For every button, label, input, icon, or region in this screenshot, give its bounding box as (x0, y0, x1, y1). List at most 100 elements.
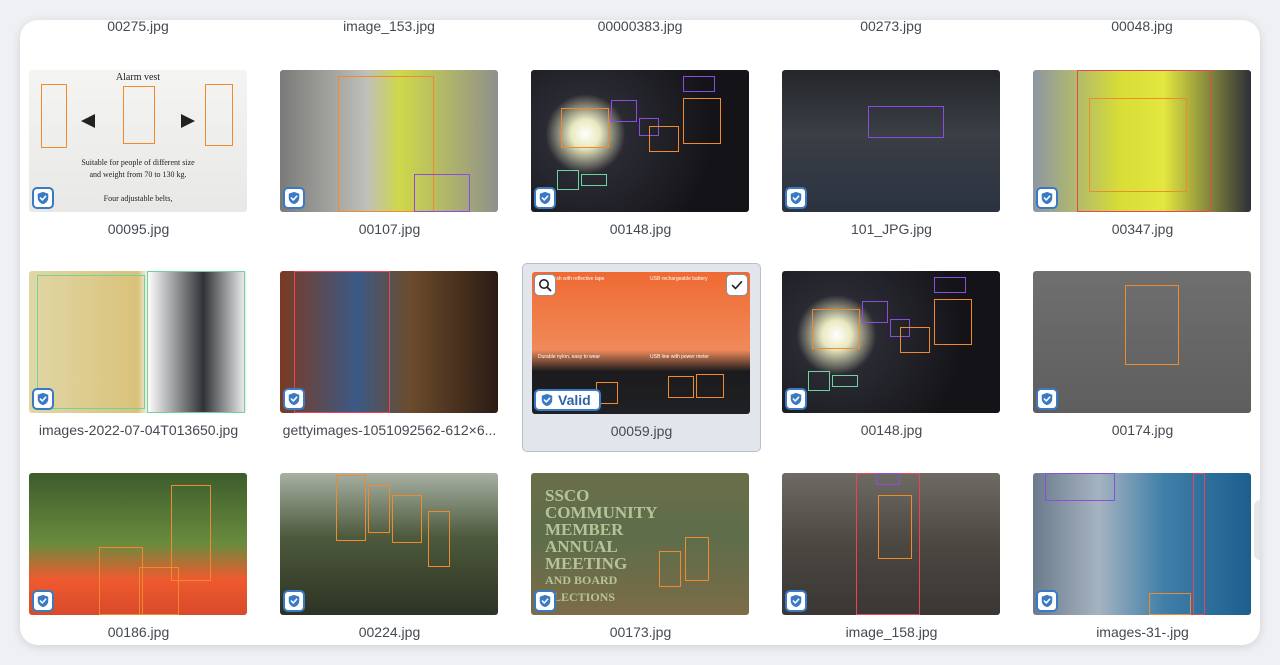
annotation-bounding-box (868, 106, 944, 138)
image-thumbnail[interactable] (280, 70, 498, 212)
shield-check-icon (1040, 191, 1054, 205)
image-filename: images-31-.jpg (1096, 624, 1189, 640)
image-card[interactable]: 00347.jpg (1024, 62, 1260, 249)
annotation-bounding-box (139, 567, 179, 615)
shield-check-icon (538, 594, 552, 608)
zoom-button[interactable] (534, 274, 556, 296)
image-filename: 00148.jpg (860, 422, 923, 438)
image-overlay-text: SSCO COMMUNITY MEMBER ANNUAL MEETING AND BOAR… (545, 487, 657, 606)
checkmark-icon (731, 281, 743, 290)
annotation-bounding-box (336, 475, 366, 541)
annotation-bounding-box (392, 495, 422, 543)
annotation-bounding-box (862, 301, 888, 323)
image-card[interactable]: 00224.jpg (271, 465, 508, 645)
status-badge[interactable] (32, 590, 54, 612)
annotation-bounding-box (1045, 473, 1115, 501)
image-thumbnail[interactable]: SSCO COMMUNITY MEMBER ANNUAL MEETING AND BOAR… (531, 473, 749, 615)
image-filename: 00347.jpg (1111, 221, 1174, 237)
image-thumbnail[interactable] (280, 271, 498, 413)
annotation-bounding-box (37, 275, 145, 409)
image-thumbnail[interactable] (531, 70, 749, 212)
shield-check-icon (36, 191, 50, 205)
top-row-filename: image_153.jpg (343, 20, 435, 34)
status-badge[interactable] (32, 187, 54, 209)
shield-check-icon (538, 191, 552, 205)
status-badge[interactable] (1036, 187, 1058, 209)
annotation-bounding-box (934, 277, 966, 293)
annotation-bounding-box (99, 547, 143, 615)
image-thumbnail[interactable] (782, 271, 1000, 413)
image-card[interactable]: image_158.jpg (773, 465, 1010, 645)
image-thumbnail[interactable]: Blue mesh with reflective tape USB rechar… (532, 272, 750, 414)
annotation-bounding-box (611, 100, 637, 122)
image-card[interactable]: images-2022-07-04T013650.jpg (20, 263, 257, 450)
annotation-bounding-box (856, 473, 920, 615)
image-card[interactable]: 00148.jpg (773, 263, 1010, 450)
select-checkbox[interactable] (726, 274, 748, 296)
shield-check-icon (1040, 594, 1054, 608)
status-badge[interactable] (1036, 590, 1058, 612)
image-filename: 00107.jpg (358, 221, 421, 237)
image-card[interactable]: images-31-.jpg (1024, 465, 1260, 645)
shield-check-icon (789, 392, 803, 406)
image-card[interactable]: 00174.jpg (1024, 263, 1260, 450)
annotation-bounding-box (123, 86, 155, 144)
shield-check-icon (36, 594, 50, 608)
status-badge[interactable] (32, 388, 54, 410)
image-thumbnail[interactable] (29, 473, 247, 615)
status-badge[interactable] (283, 590, 305, 612)
top-row-filename: 00275.jpg (107, 20, 169, 34)
product-label: Durable nylon, easy to wear (538, 354, 600, 360)
image-thumbnail[interactable] (1033, 70, 1251, 212)
image-card[interactable]: SSCO COMMUNITY MEMBER ANNUAL MEETING AND BOAR… (522, 465, 759, 645)
product-label: USB line with power meter (650, 354, 709, 360)
shield-check-icon (789, 594, 803, 608)
shield-check-icon (287, 594, 301, 608)
annotation-bounding-box (659, 551, 681, 587)
image-card-selected[interactable]: Blue mesh with reflective tape USB rechar… (522, 263, 761, 452)
annotation-bounding-box (900, 327, 930, 353)
status-badge[interactable] (785, 187, 807, 209)
annotation-bounding-box (934, 299, 972, 345)
annotation-bounding-box (812, 309, 860, 349)
image-thumbnail[interactable] (782, 70, 1000, 212)
image-filename: 00224.jpg (358, 624, 421, 640)
annotation-bounding-box (561, 108, 609, 148)
annotation-bounding-box (41, 84, 67, 148)
image-card[interactable]: gettyimages-1051092562-612×6... (271, 263, 508, 450)
image-thumbnail[interactable] (29, 271, 247, 413)
overlay-line: SSCO (545, 486, 590, 505)
poster-title: Alarm vest (115, 72, 161, 83)
image-card[interactable]: 101_JPG.jpg (773, 62, 1010, 249)
status-badge[interactable] (785, 590, 807, 612)
overlay-line: COMMUNITY (545, 503, 658, 522)
status-badge[interactable]: Valid (534, 389, 601, 411)
image-card[interactable]: 00186.jpg (20, 465, 257, 645)
image-thumbnail[interactable] (782, 473, 1000, 615)
status-badge[interactable] (785, 388, 807, 410)
overlay-line: AND BOARD (545, 573, 618, 587)
status-badge[interactable] (534, 187, 556, 209)
overlay-line: ELECTIONS (545, 590, 616, 604)
annotation-bounding-box (1149, 593, 1191, 615)
annotation-bounding-box (368, 485, 390, 533)
image-card[interactable]: 00148.jpg (522, 62, 759, 249)
annotation-bounding-box (581, 174, 607, 186)
overlay-line: MEMBER (545, 520, 624, 539)
image-thumbnail[interactable] (1033, 473, 1251, 615)
image-thumbnail[interactable]: Alarm vest Suitable for people of differe… (29, 70, 247, 212)
image-card[interactable]: Alarm vest Suitable for people of differe… (20, 62, 257, 249)
scrollbar[interactable] (1254, 500, 1260, 560)
status-badge[interactable] (283, 388, 305, 410)
image-card[interactable]: 00107.jpg (271, 62, 508, 249)
status-badge[interactable] (1036, 388, 1058, 410)
status-badge[interactable] (283, 187, 305, 209)
annotation-bounding-box (696, 374, 724, 398)
annotation-bounding-box (294, 271, 390, 413)
image-grid: 00275.jpg image_153.jpg 00000383.jpg 00273.… (20, 20, 1260, 645)
status-badge[interactable] (534, 590, 556, 612)
image-thumbnail[interactable] (1033, 271, 1251, 413)
annotation-bounding-box (1077, 70, 1211, 212)
image-thumbnail[interactable] (280, 473, 498, 615)
image-filename: 101_JPG.jpg (851, 221, 932, 237)
